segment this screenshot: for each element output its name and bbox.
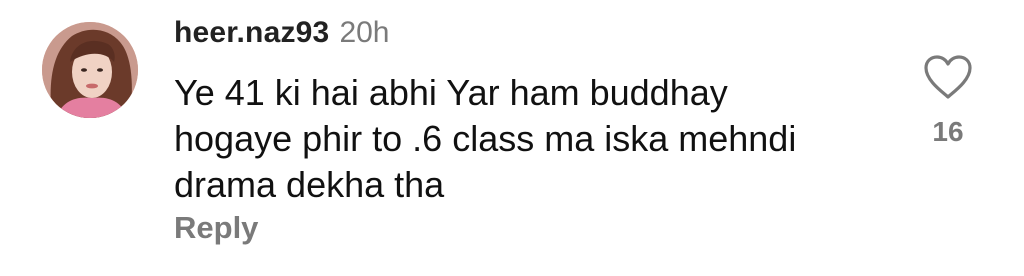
- like-count: 16: [932, 116, 964, 147]
- heart-outline-icon: [924, 55, 972, 99]
- comment-text: Ye 41 ki hai abhi Yar ham buddhay hogaye…: [174, 70, 874, 208]
- comment-text-line: drama dekha tha: [174, 164, 445, 205]
- avatar-image: [42, 22, 138, 118]
- comment-text-line: Ye 41 ki hai abhi Yar ham buddhay: [174, 72, 728, 113]
- comment-text-line: hogaye phir to .6 class ma iska mehndi: [174, 118, 797, 159]
- timestamp: 20h: [339, 16, 390, 49]
- avatar[interactable]: [42, 22, 138, 118]
- comment-item: heer.naz93 20h Ye 41 ki hai abhi Yar ham…: [0, 0, 1024, 276]
- comment-header: heer.naz93 20h: [174, 16, 390, 56]
- username[interactable]: heer.naz93: [174, 16, 329, 50]
- reply-button[interactable]: Reply: [174, 210, 258, 246]
- like-button[interactable]: [922, 54, 974, 100]
